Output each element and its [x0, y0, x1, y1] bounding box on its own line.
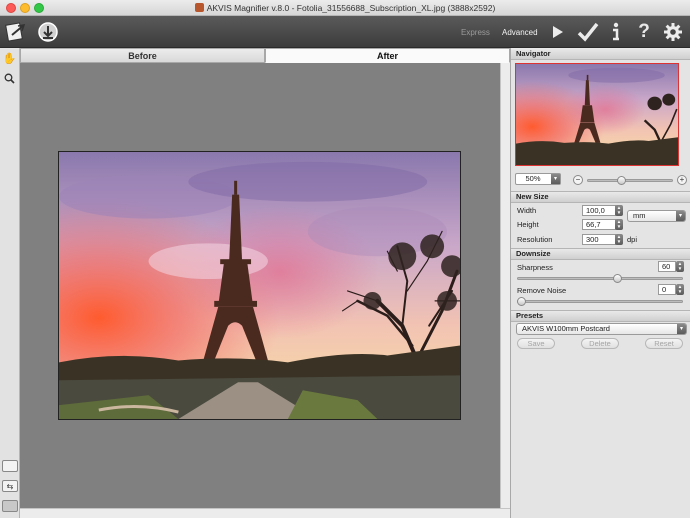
toolbar: Express Advanced ? [0, 16, 690, 48]
app-icon [194, 3, 204, 12]
open-image-icon[interactable] [3, 19, 29, 45]
apply-icon[interactable] [576, 22, 600, 42]
height-label: Height [517, 220, 539, 229]
save-image-icon[interactable] [36, 20, 60, 44]
zoom-select[interactable]: 50% ▾ [515, 173, 561, 185]
help-icon[interactable]: ? [636, 21, 652, 42]
chevron-down-icon: ▾ [551, 174, 560, 184]
mode-express-button[interactable]: Express [461, 28, 490, 37]
view-switch-icon[interactable]: ⇆ [2, 480, 18, 492]
sharpness-stepper[interactable]: ▲ ▼ [676, 261, 684, 272]
remove-noise-slider-thumb[interactable] [517, 297, 526, 306]
view-single-icon[interactable] [2, 460, 18, 472]
zoom-slider-thumb[interactable] [617, 176, 626, 185]
zoom-slider[interactable] [587, 179, 673, 182]
remove-noise-label: Remove Noise [517, 286, 567, 295]
window-title: AKVIS Magnifier v.8.0 - Fotolia_31556688… [0, 3, 690, 13]
zoom-out-button[interactable]: − [573, 175, 583, 185]
preset-save-button[interactable]: Save [517, 338, 555, 349]
preferences-icon[interactable] [662, 21, 684, 43]
sharpness-slider-thumb[interactable] [613, 274, 622, 283]
preset-select[interactable]: AKVIS W100mm Postcard ▾ [516, 323, 687, 335]
mode-advanced-button[interactable]: Advanced [502, 28, 538, 37]
resolution-field[interactable]: 300 [582, 234, 616, 245]
resolution-label: Resolution [517, 235, 553, 244]
height-field[interactable]: 66,7 [582, 219, 616, 230]
sharpness-label: Sharpness [517, 263, 553, 272]
preset-delete-button[interactable]: Delete [581, 338, 619, 349]
run-icon[interactable] [550, 24, 566, 40]
info-icon[interactable] [609, 22, 623, 42]
chevron-down-icon: ▾ [677, 324, 686, 334]
navigator-header: Navigator [511, 48, 690, 60]
zoom-icon[interactable] [2, 71, 17, 86]
sharpness-slider[interactable] [517, 277, 683, 280]
width-field[interactable]: 100,0 [582, 205, 616, 216]
chevron-down-icon: ▾ [676, 211, 685, 221]
preset-reset-button[interactable]: Reset [645, 338, 683, 349]
navigator-view-frame[interactable] [515, 63, 679, 166]
tab-before[interactable]: Before [20, 48, 265, 63]
width-label: Width [517, 206, 537, 215]
unit-select[interactable]: mm ▾ [627, 210, 686, 222]
remove-noise-stepper[interactable]: ▲ ▼ [676, 284, 684, 295]
resolution-stepper[interactable]: ▲ ▼ [615, 234, 623, 245]
eiffel-tower-photo [59, 152, 460, 419]
zoom-value: 50% [525, 174, 541, 183]
new-size-header: New Size [511, 191, 690, 203]
view-split-icon[interactable] [2, 500, 18, 512]
hand-icon[interactable]: ✋ [2, 51, 17, 66]
sharpness-field[interactable]: 60 [658, 261, 676, 272]
processed-image [58, 151, 461, 420]
image-canvas[interactable] [20, 63, 500, 508]
presets-header: Presets [511, 310, 690, 322]
resolution-unit-label: dpi [627, 235, 638, 244]
width-stepper[interactable]: ▲ ▼ [615, 205, 623, 216]
view-tabs: Before After [20, 48, 510, 63]
remove-noise-field[interactable]: 0 [658, 284, 676, 295]
tool-strip: ✋ ⇆ [0, 48, 20, 518]
window-title-text: AKVIS Magnifier v.8.0 - Fotolia_31556688… [206, 3, 496, 13]
remove-noise-slider[interactable] [517, 300, 683, 303]
height-stepper[interactable]: ▲ ▼ [615, 219, 623, 230]
settings-panel: Navigator 50% ▾ − + New Size Width 100,0… [510, 48, 690, 518]
horizontal-scrollbar[interactable] [20, 508, 510, 518]
zoom-in-button[interactable]: + [677, 175, 687, 185]
vertical-scrollbar[interactable] [500, 63, 510, 508]
downsize-header: Downsize [511, 248, 690, 260]
tab-after[interactable]: After [265, 48, 510, 63]
title-bar: AKVIS Magnifier v.8.0 - Fotolia_31556688… [0, 0, 690, 16]
